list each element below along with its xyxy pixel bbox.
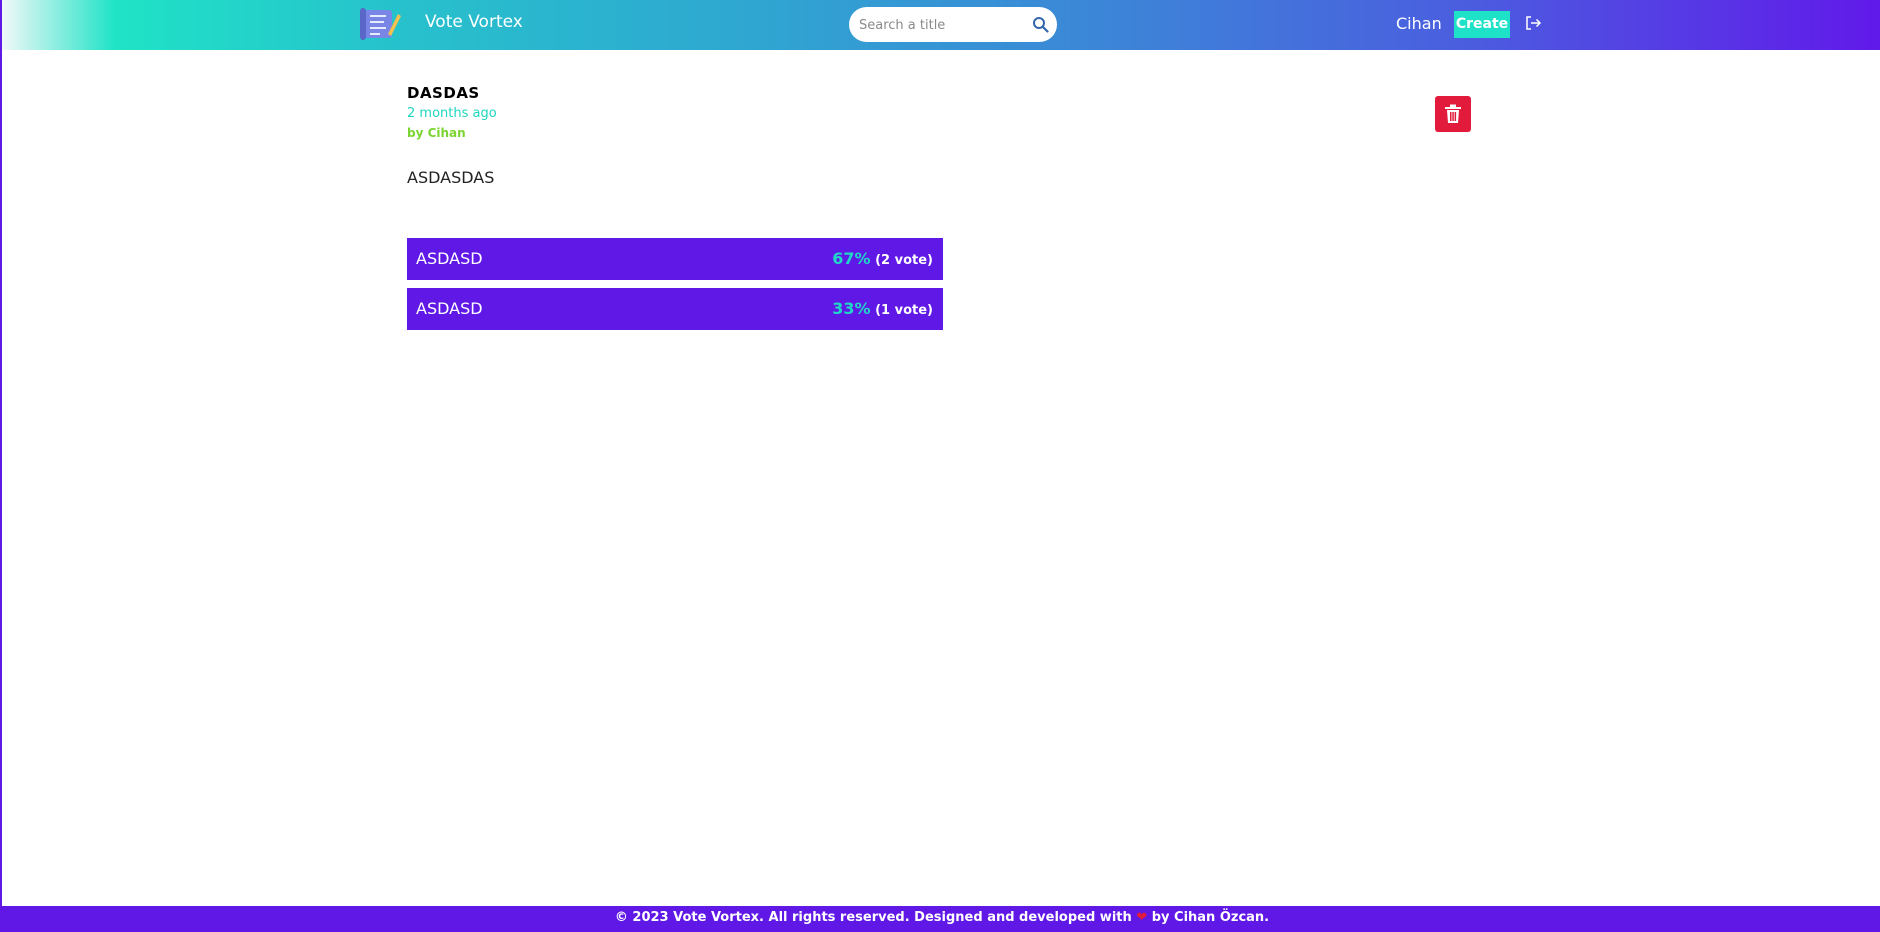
poll-title: DASDAS (407, 84, 480, 102)
poll-option[interactable]: ASDASD 33% (1 vote) (407, 288, 943, 330)
top-navbar: Vote Vortex Cihan Create (2, 0, 1880, 50)
option-percent: 33% (832, 299, 871, 318)
search-icon[interactable] (1032, 16, 1049, 33)
option-stats: 67% (2 vote) (832, 249, 933, 268)
footer-text: © 2023 Vote Vortex. All rights reserved.… (614, 910, 1132, 925)
poll-timestamp: 2 months ago (407, 106, 497, 121)
logo-icon[interactable] (358, 6, 402, 44)
option-label: ASDASD (416, 249, 483, 268)
poll-option[interactable]: ASDASD 67% (2 vote) (407, 238, 943, 280)
option-votes: (1 vote) (875, 303, 933, 318)
poll-description: ASDASDAS (407, 168, 495, 187)
delete-button[interactable] (1435, 96, 1471, 132)
poll-author[interactable]: by Cihan (407, 126, 466, 140)
option-stats: 33% (1 vote) (832, 299, 933, 318)
brand-name[interactable]: Vote Vortex (425, 12, 523, 32)
create-button[interactable]: Create (1454, 11, 1510, 38)
heart-icon: ❤ (1136, 910, 1148, 925)
footer: © 2023 Vote Vortex. All rights reserved.… (2, 906, 1880, 932)
option-label: ASDASD (416, 299, 483, 318)
nav-username[interactable]: Cihan (1396, 14, 1442, 33)
footer-credit: by Cihan Özcan. (1151, 910, 1270, 925)
search-input[interactable] (857, 7, 1026, 44)
option-votes: (2 vote) (875, 253, 933, 268)
logout-icon[interactable] (1524, 14, 1542, 32)
option-percent: 67% (832, 249, 871, 268)
trash-icon (1445, 104, 1461, 123)
search-box (849, 7, 1057, 44)
